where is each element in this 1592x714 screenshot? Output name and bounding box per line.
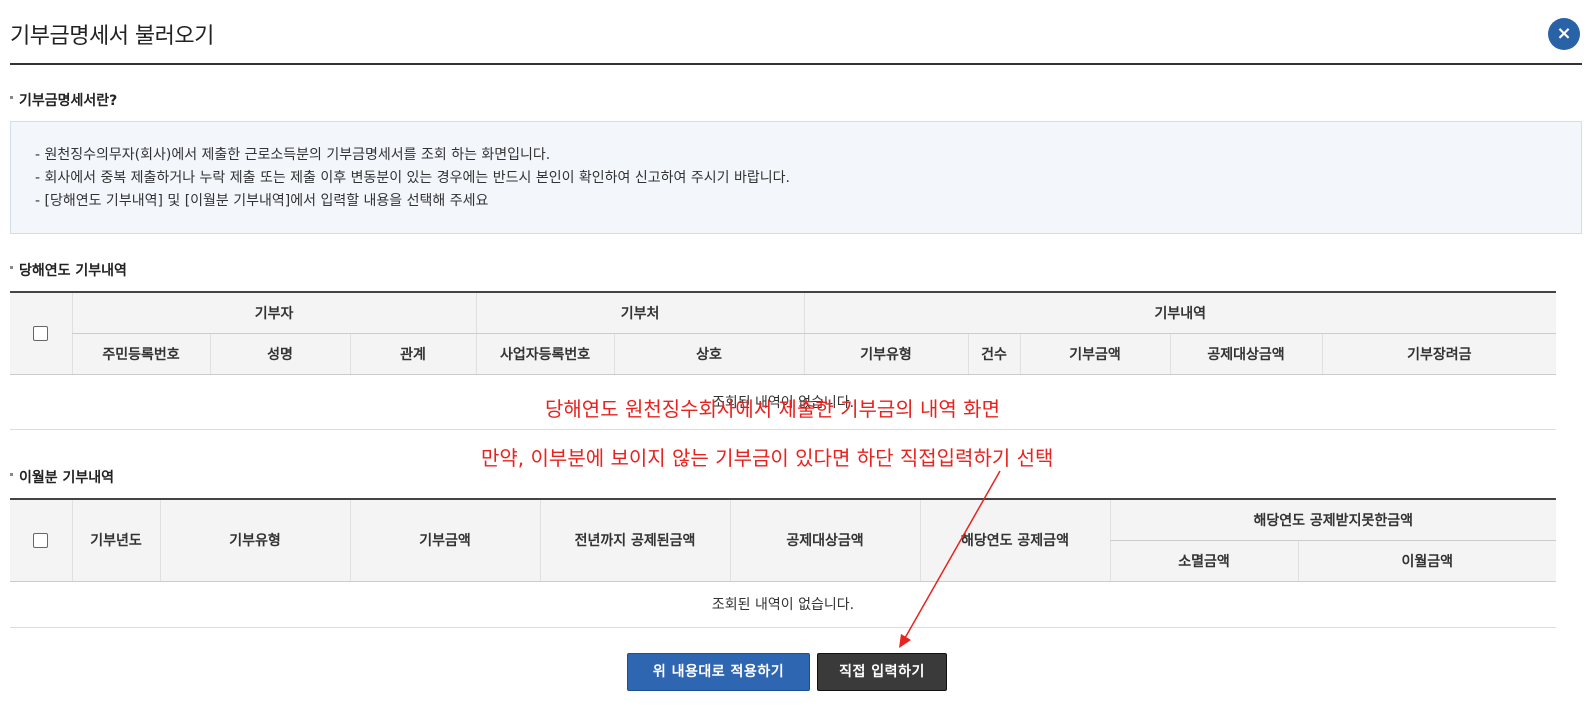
manual-entry-button[interactable]: 직접 입력하기: [817, 653, 947, 691]
column-header: 이월금액: [1297, 540, 1556, 582]
annotation-text: 만약, 이부분에 보이지 않는 기부금이 있다면 하단 직접입력하기 선택: [481, 446, 1054, 470]
column-header: 공제대상금액: [729, 498, 920, 582]
info-box: - 원천징수의무자(회사)에서 제출한 근로소득분의 기부금명세서를 조회 하는…: [10, 121, 1582, 234]
column-header: 관계: [349, 333, 477, 375]
column-header: 소멸금액: [1109, 540, 1298, 582]
bullet-icon: [10, 472, 13, 476]
apply-button[interactable]: 위 내용대로 적용하기: [627, 653, 810, 691]
carryover-heading: 이월분 기부내역: [10, 467, 114, 487]
column-header: 기부유형: [803, 333, 969, 375]
select-all-header: [10, 498, 72, 582]
dialog-title: 기부금명세서 불러오기: [10, 24, 214, 49]
column-header: 공제대상금액: [1169, 333, 1323, 375]
group-header-unclaimed: 해당연도 공제받지못한금액: [1109, 498, 1556, 541]
carryover-table: 기부년도 기부유형 기부금액 전년까지 공제된금액 공제대상금액 해당연도 공제…: [10, 498, 1556, 628]
column-header: 상호: [613, 333, 805, 375]
annotation-text: 당해연도 원천징수회사에서 제출한 기부금의 내역 화면: [545, 397, 1000, 421]
current-year-heading-label: 당해연도 기부내역: [19, 263, 127, 279]
group-header-recipient: 기부처: [475, 291, 805, 334]
title-divider: [10, 63, 1582, 65]
close-icon: ×: [1556, 23, 1572, 44]
column-header: 기부금액: [349, 498, 540, 582]
info-heading-label: 기부금명세서란?: [19, 93, 118, 109]
group-header-donor: 기부자: [71, 291, 477, 334]
bullet-icon: [10, 95, 13, 99]
column-header: 기부년도: [71, 498, 160, 582]
column-header: 기부장려금: [1321, 333, 1557, 375]
column-header: 주민등록번호: [71, 333, 210, 375]
bullet-icon: [10, 265, 13, 269]
info-line: - 원천징수의무자(회사)에서 제출한 근로소득분의 기부금명세서를 조회 하는…: [35, 147, 551, 163]
info-section-heading: 기부금명세서란?: [10, 90, 117, 110]
select-all-checkbox[interactable]: [33, 532, 49, 548]
info-line: - 회사에서 중복 제출하거나 누락 제출 또는 제출 이후 변동분이 있는 경…: [35, 170, 790, 186]
column-header: 해당연도 공제금액: [919, 498, 1110, 582]
empty-message: 조회된 내역이 없습니다.: [10, 581, 1556, 628]
column-header: 기부금액: [1019, 333, 1171, 375]
column-header: 사업자등록번호: [475, 333, 615, 375]
close-button[interactable]: ×: [1548, 18, 1580, 50]
column-header: 성명: [209, 333, 350, 375]
select-all-header: [10, 291, 72, 375]
group-header-details: 기부내역: [803, 291, 1557, 334]
carryover-heading-label: 이월분 기부내역: [19, 470, 115, 486]
column-header: 전년까지 공제된금액: [539, 498, 730, 582]
info-line: - [당해연도 기부내역] 및 [이월분 기부내역]에서 입력할 내용을 선택해…: [35, 193, 489, 209]
select-all-checkbox[interactable]: [33, 325, 49, 341]
column-header: 기부유형: [159, 498, 350, 582]
column-header: 건수: [967, 333, 1021, 375]
current-year-heading: 당해연도 기부내역: [10, 260, 127, 280]
